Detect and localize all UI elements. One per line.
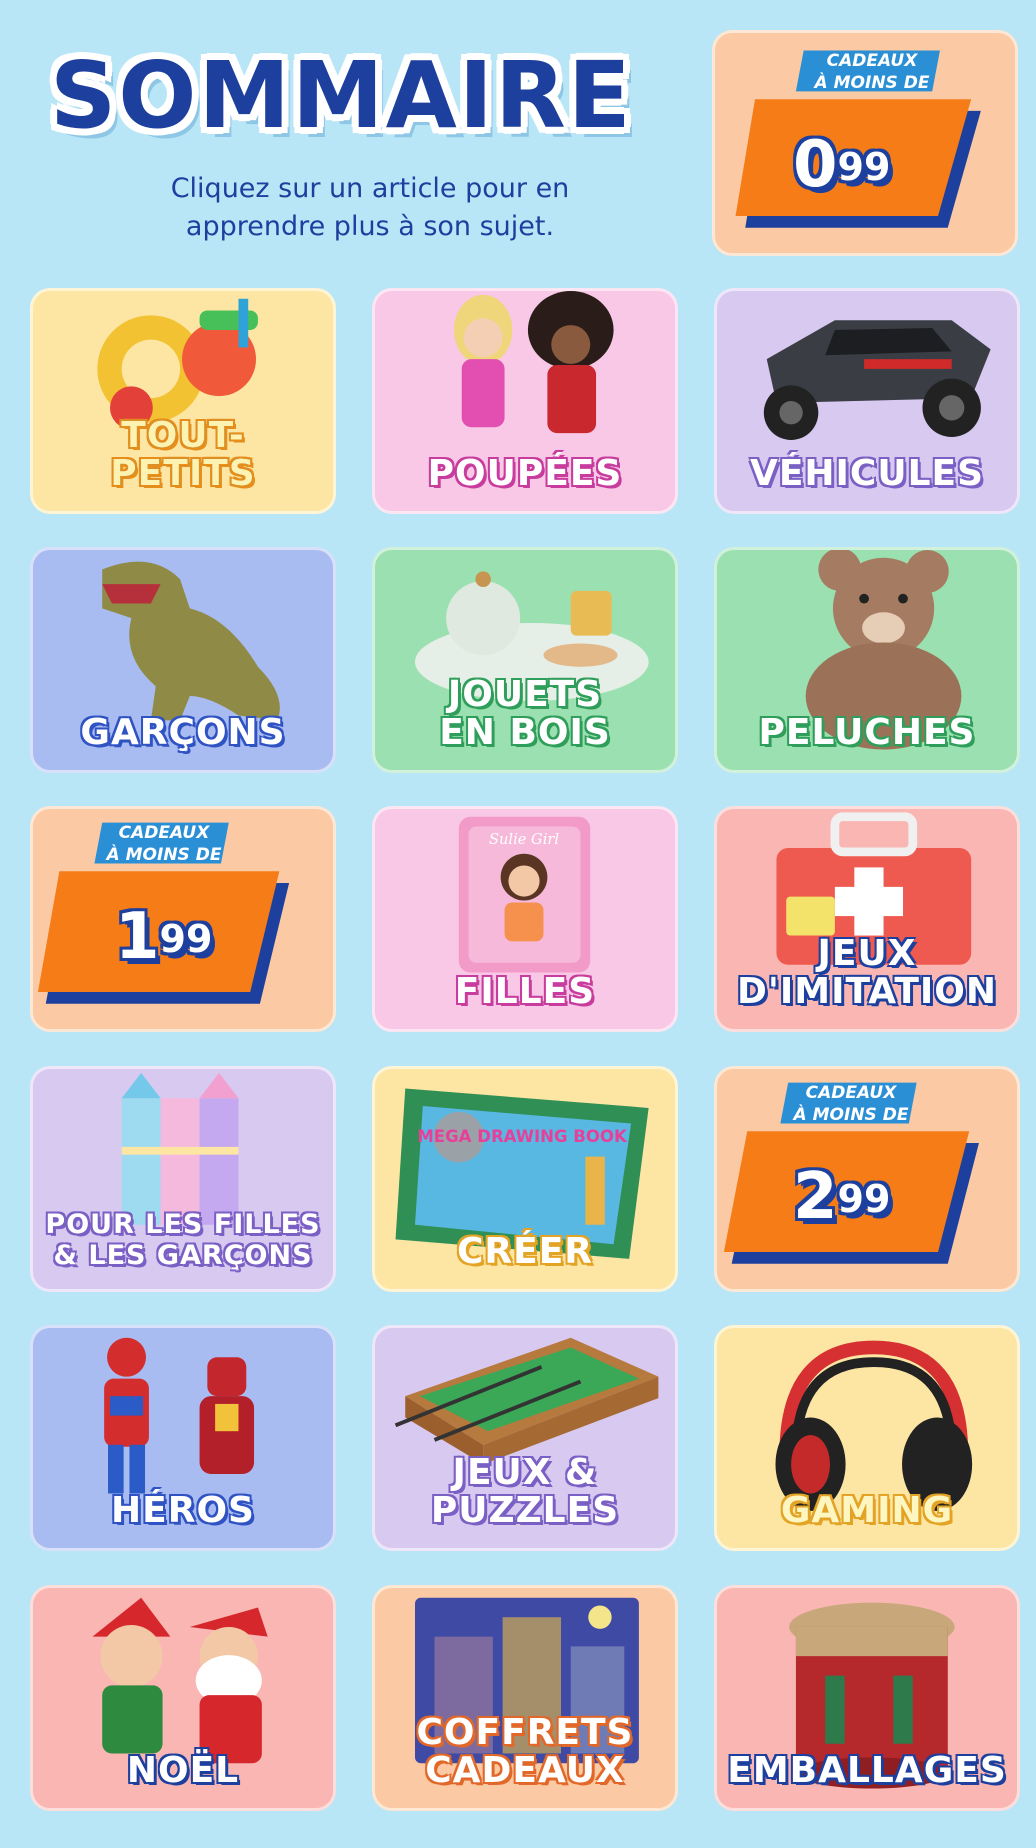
price-tile-1-99[interactable]: CADEAUX À MOINS DE 199 [30, 806, 336, 1032]
tile-label: JEUX D'IMITATION [736, 933, 998, 1012]
tile-vehicules[interactable]: VÉHICULES [714, 288, 1020, 514]
price-integer: 1 [115, 900, 160, 974]
price-integer: 2 [793, 1160, 838, 1234]
tile-label: COFFRETS CADEAUX [416, 1712, 634, 1791]
page-title: SOMMAIRE [50, 42, 633, 149]
folder-brand-text: Sulie Girl [489, 831, 559, 848]
badge-caption-1: CADEAUX [118, 823, 210, 843]
tile-noel[interactable]: NOËL [30, 1585, 336, 1811]
badge-caption-2: À MOINS DE [814, 73, 930, 93]
badge-caption-2: À MOINS DE [106, 845, 222, 865]
price-badge: CADEAUX À MOINS DE 099 [715, 33, 1015, 253]
price-badge: CADEAUX À MOINS DE 299 [717, 1069, 1017, 1289]
tile-tout-petits[interactable]: TOUT- PETITS [30, 288, 336, 514]
price-tile-0-99[interactable]: CADEAUX À MOINS DE 099 [712, 30, 1018, 256]
tile-jouets-en-bois[interactable]: JOUETS EN BOIS [372, 547, 678, 773]
badge-price: 199 [115, 905, 212, 969]
badge-price: 299 [793, 1165, 890, 1229]
tile-label: GAMING [780, 1490, 954, 1531]
tile-label: GARÇONS [80, 712, 286, 753]
price-tile-2-99[interactable]: CADEAUX À MOINS DE 299 [714, 1066, 1020, 1292]
price-decimal: 99 [159, 917, 213, 961]
tile-label: VÉHICULES [749, 453, 985, 494]
tile-gaming[interactable]: GAMING [714, 1325, 1020, 1551]
tile-emballages[interactable]: EMBALLAGES [714, 1585, 1020, 1811]
tile-label: CRÉER [456, 1231, 594, 1272]
tile-label: PELUCHES [758, 712, 976, 753]
tile-label: JEUX & PUZZLES [430, 1452, 620, 1531]
tile-label: NOËL [126, 1750, 240, 1791]
page-subtitle: Cliquez sur un article pour en apprendre… [170, 173, 570, 242]
tile-garcons[interactable]: GARÇONS [30, 547, 336, 773]
tile-coffrets-cadeaux[interactable]: COFFRETS CADEAUX [372, 1585, 678, 1811]
header: SOMMAIRE Cliquez sur un article pour en … [30, 30, 680, 260]
tile-label: POUR LES FILLES & LES GARÇONS [45, 1209, 321, 1271]
tile-label: FILLES [454, 971, 596, 1012]
book-title-text: MEGA DRAWING BOOK [417, 1127, 628, 1146]
price-decimal: 99 [837, 1177, 891, 1221]
tile-label: JOUETS EN BOIS [439, 674, 611, 753]
tile-poupees[interactable]: POUPÉES [372, 288, 678, 514]
price-badge: CADEAUX À MOINS DE 199 [33, 809, 333, 1029]
tile-label: EMBALLAGES [727, 1750, 1007, 1791]
badge-caption-1: CADEAUX [805, 1083, 897, 1103]
badge-caption-2: À MOINS DE [793, 1105, 909, 1125]
badge-price: 099 [793, 133, 890, 197]
tile-filles-garcons[interactable]: POUR LES FILLES & LES GARÇONS [30, 1066, 336, 1292]
tile-label: TOUT- PETITS [110, 415, 256, 494]
tile-heros[interactable]: HÉROS [30, 1325, 336, 1551]
tile-label: HÉROS [111, 1490, 255, 1531]
tile-peluches[interactable]: PELUCHES [714, 547, 1020, 773]
badge-caption-1: CADEAUX [826, 51, 918, 71]
tile-jeux-puzzles[interactable]: JEUX & PUZZLES [372, 1325, 678, 1551]
tile-label: POUPÉES [427, 453, 623, 494]
tile-creer[interactable]: MEGA DRAWING BOOK CRÉER [372, 1066, 678, 1292]
tile-filles[interactable]: Sulie Girl FILLES [372, 806, 678, 1032]
tile-jeux-imitation[interactable]: JEUX D'IMITATION [714, 806, 1020, 1032]
price-integer: 0 [793, 128, 838, 202]
price-decimal: 99 [837, 145, 891, 189]
